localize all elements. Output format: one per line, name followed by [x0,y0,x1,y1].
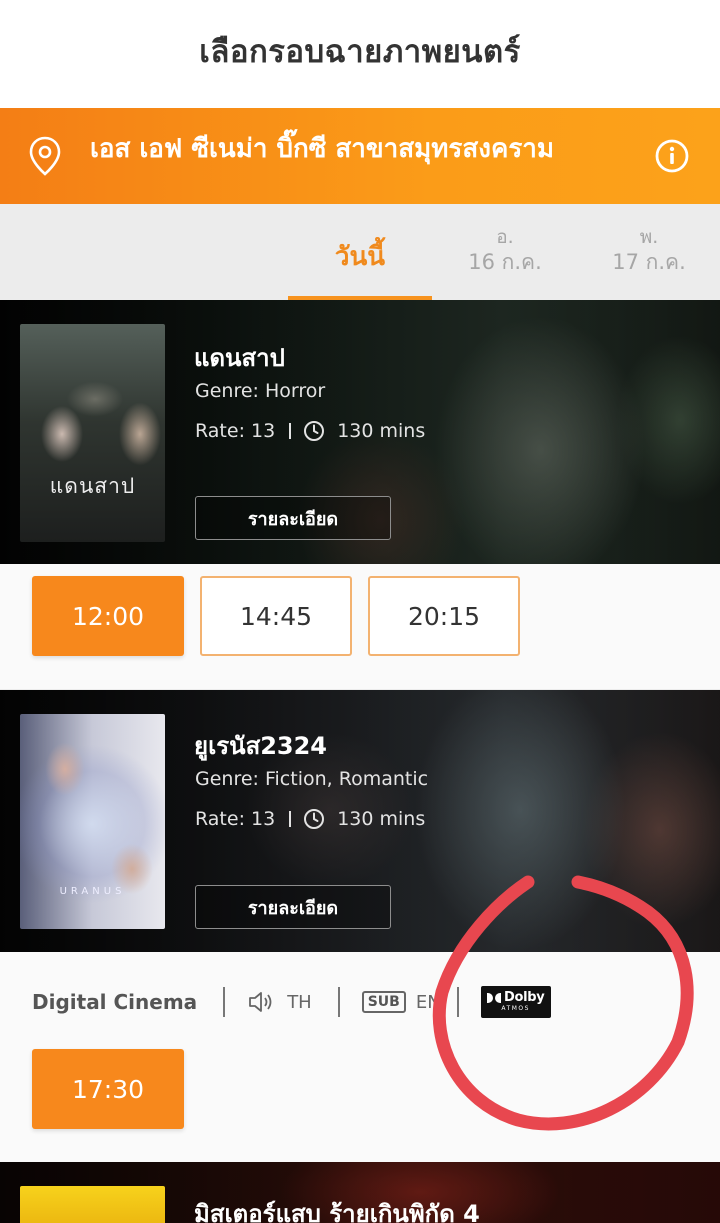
clock-icon [304,421,325,441]
movie-rate: Rate: 13 [195,420,276,442]
divider [289,811,292,827]
branch-bar[interactable]: เอส เอฟ ซีเนม่า บิ๊กซี สาขาสมุทรสงคราม [0,108,720,204]
movie-rate-row: Rate: 13 130 mins [195,808,425,830]
clock-icon [304,809,325,829]
page-header: เลือกรอบฉายภาพยนตร์ [0,0,720,108]
divider [223,987,226,1017]
movie-rate-row: Rate: 13 130 mins [195,420,425,442]
info-icon[interactable] [654,138,690,174]
poster-title: แดนสาป [49,474,136,498]
movie-genre: Genre: Fiction, Romantic [195,768,429,790]
showtime-button[interactable]: 12:00 [32,576,184,656]
showtime-section: 12:00 14:45 20:15 [0,564,720,690]
pin-icon [29,136,61,176]
showtime-button[interactable]: 20:15 [368,576,520,656]
divider [456,987,459,1017]
tab-today-label: วันนี้ [334,242,386,272]
divider [289,423,292,439]
subtitle-language: EN [415,991,441,1013]
movie-duration: 130 mins [337,808,426,830]
tab-day: อ. [496,226,514,248]
divider [337,987,340,1017]
movie-duration: 130 mins [337,420,426,442]
dolby-label: Dolby [503,990,545,1005]
movie-title: ยูเรนัส2324 [194,732,328,760]
movie-poster[interactable] [20,1186,165,1223]
movie-rate: Rate: 13 [195,808,276,830]
movie-title: แดนสาป [194,344,285,372]
branch-name: เอส เอฟ ซีเนม่า บิ๊กซี สาขาสมุทรสงคราม [90,134,555,164]
page-title: เลือกรอบฉายภาพยนตร์ [199,34,521,70]
movie-poster[interactable]: URANUS [20,714,165,929]
poster-title: URANUS [59,886,126,897]
dolby-icon [486,993,501,1003]
movie-card: แดนสาป แดนสาป Genre: Horror Rate: 13 130… [0,300,720,564]
movie-title: มิสเตอร์แสบ ร้ายเกินพิกัด 4 [194,1200,480,1223]
movie-card: มิสเตอร์แสบ ร้ายเกินพิกัด 4 [0,1162,720,1223]
tab-day: พ. [639,226,659,248]
tab-today[interactable]: วันนี้ [288,204,432,300]
tab-date: 17 ก.ค. [612,250,686,274]
cinema-type: Digital Cinema [32,990,198,1014]
audio-language: TH [287,991,312,1013]
tab-date-16[interactable]: อ. 16 ก.ค. [440,226,570,276]
tab-date: 16 ก.ค. [468,250,542,274]
showtime-section: Digital Cinema TH SUB EN Dolby ATMOS 17:… [0,952,720,1162]
tab-date-17[interactable]: พ. 17 ก.ค. [584,226,714,276]
details-button[interactable]: รายละเอียด [195,885,391,929]
atmos-label: ATMOS [501,1005,530,1012]
details-button[interactable]: รายละเอียด [195,496,391,540]
date-tabs: วันนี้ อ. 16 ก.ค. พ. 17 ก.ค. [0,204,720,300]
format-row: Digital Cinema TH SUB EN Dolby ATMOS [32,982,551,1022]
dolby-atmos-badge: Dolby ATMOS [480,986,551,1018]
movie-card: URANUS ยูเรนัส2324 Genre: Fiction, Roman… [0,690,720,952]
subtitle-badge: SUB [361,991,406,1013]
showtime-button[interactable]: 17:30 [32,1049,184,1129]
movie-poster[interactable]: แดนสาป [20,324,165,542]
movie-genre: Genre: Horror [195,380,326,402]
showtime-button[interactable]: 14:45 [200,576,352,656]
speaker-icon [249,992,272,1012]
